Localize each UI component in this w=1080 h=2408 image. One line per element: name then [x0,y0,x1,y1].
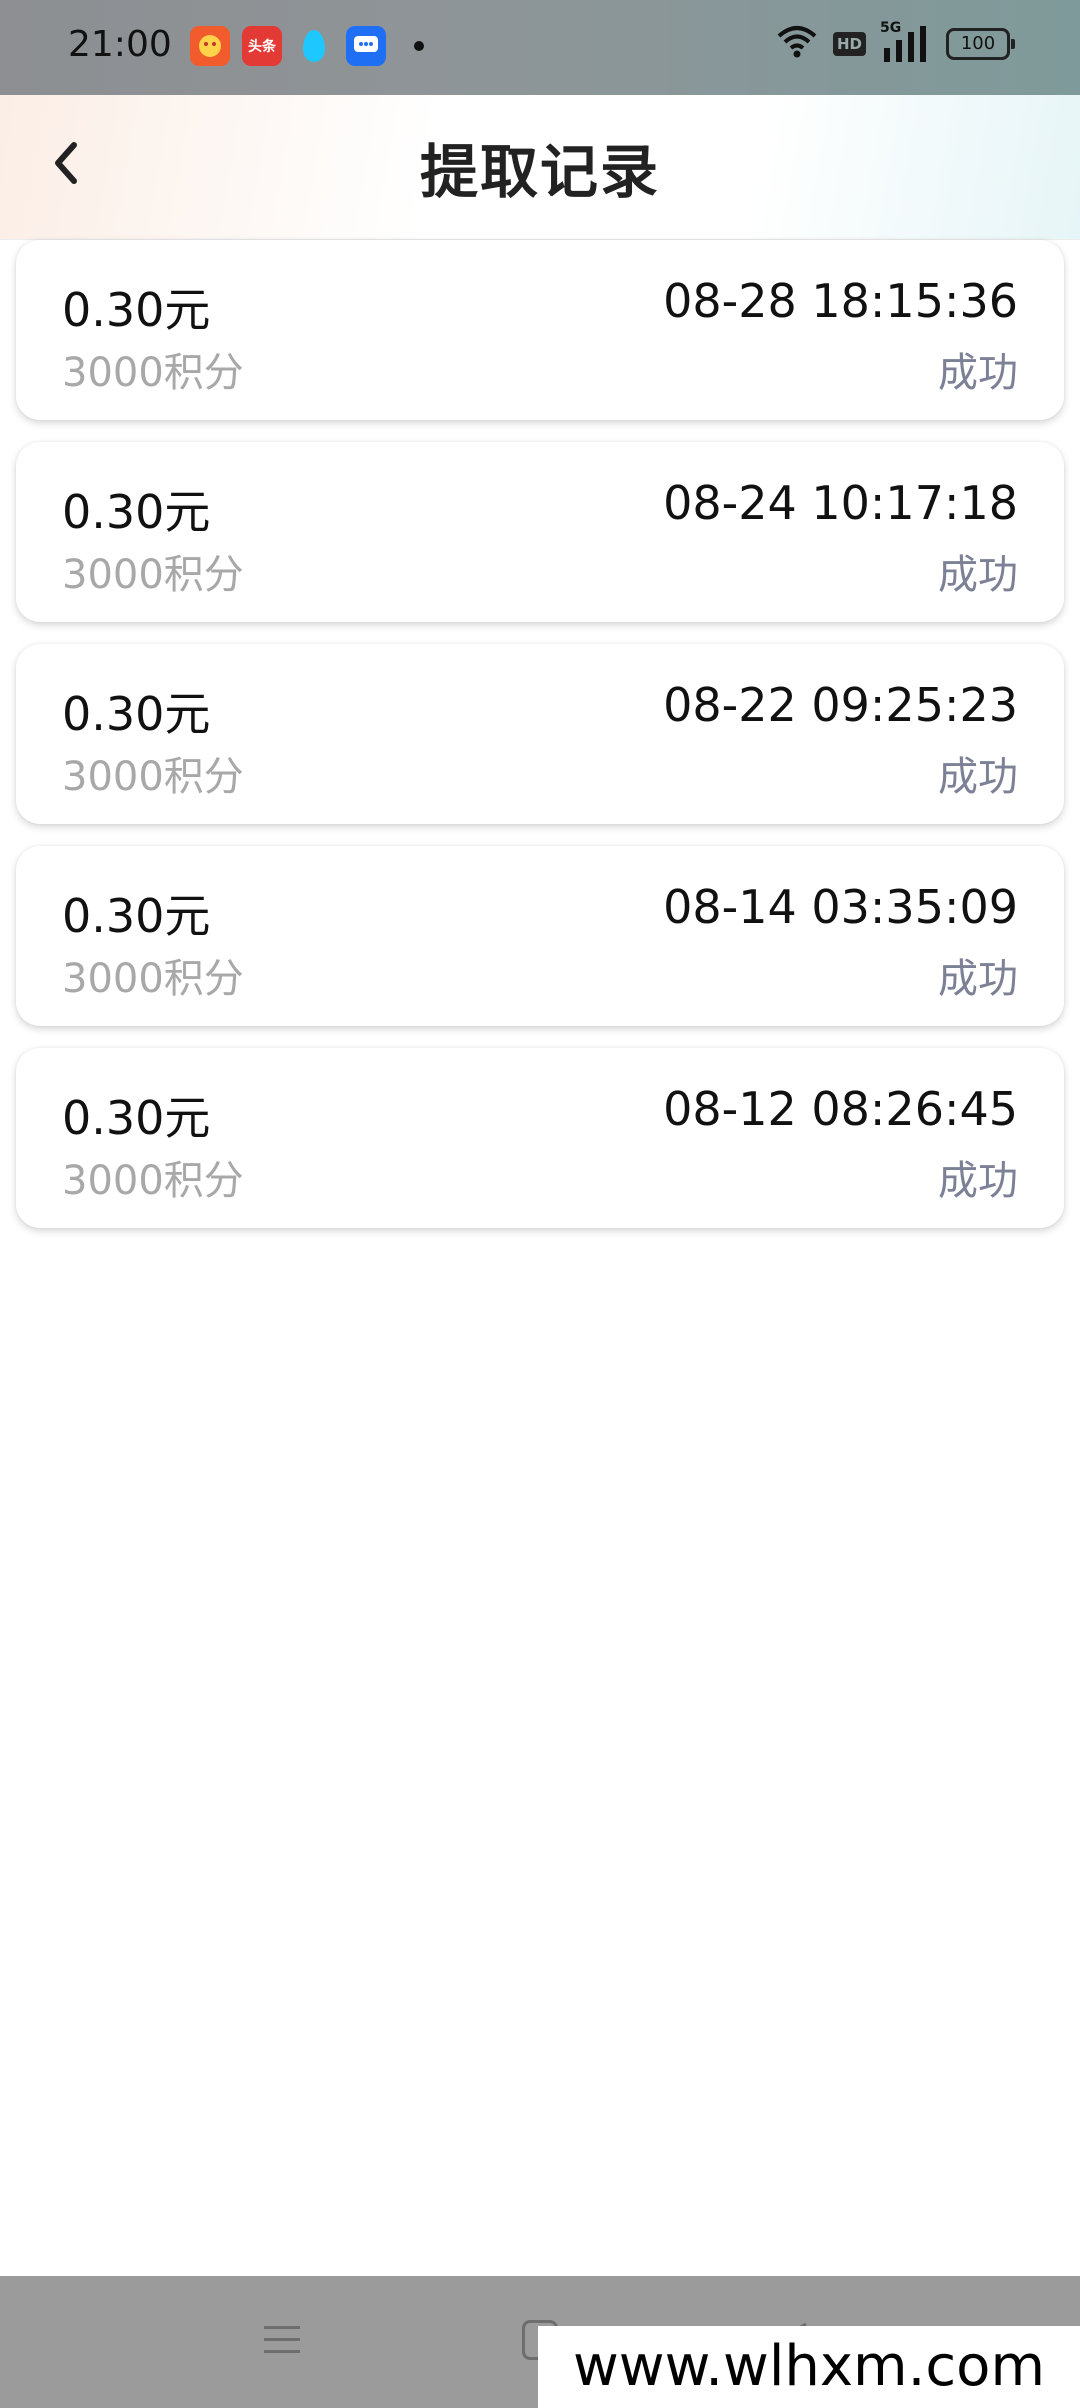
record-list: 0.30元 3000积分 08-28 18:15:36 成功 0.30元 300… [16,240,1064,1250]
record-amount: 0.30元 [62,485,211,539]
record-points: 3000积分 [62,1158,244,1204]
menu-icon [264,2326,300,2353]
record-status: 成功 [938,956,1018,1002]
record-amount: 0.30元 [62,283,211,337]
record-card[interactable]: 0.30元 3000积分 08-12 08:26:45 成功 [16,1048,1064,1228]
record-datetime: 08-22 09:25:23 [663,678,1018,732]
record-points: 3000积分 [62,754,244,800]
system-icons: HD 5G 100 [775,20,1015,64]
watermark: www.wlhxm.com [538,2326,1080,2408]
record-card[interactable]: 0.30元 3000积分 08-24 10:17:18 成功 [16,442,1064,622]
more-notifications-dot [414,41,424,51]
notification-icons: 头条 [190,26,424,66]
app-notification-icon [190,26,230,66]
record-points: 3000积分 [62,956,244,1002]
toutiao-label: 头条 [248,39,276,55]
record-card[interactable]: 0.30元 3000积分 08-14 03:35:09 成功 [16,846,1064,1026]
water-drop-icon [294,26,334,66]
record-datetime: 08-12 08:26:45 [663,1082,1018,1136]
record-datetime: 08-14 03:35:09 [663,880,1018,934]
record-datetime: 08-28 18:15:36 [663,274,1018,328]
recent-apps-button[interactable] [262,2320,302,2360]
record-amount: 0.30元 [62,1091,211,1145]
signal-icon: 5G [880,20,932,64]
record-points: 3000积分 [62,552,244,598]
message-icon [346,26,386,66]
status-time: 21:00 [68,24,172,65]
wifi-icon [775,24,819,64]
toutiao-icon: 头条 [242,26,282,66]
record-amount: 0.30元 [62,889,211,943]
status-bar: 21:00 头条 HD 5G 100 [0,0,1080,95]
record-points: 3000积分 [62,350,244,396]
record-status: 成功 [938,350,1018,396]
record-datetime: 08-24 10:17:18 [663,476,1018,530]
battery-indicator: 100 [946,28,1015,60]
record-card[interactable]: 0.30元 3000积分 08-22 09:25:23 成功 [16,644,1064,824]
record-status: 成功 [938,552,1018,598]
record-status: 成功 [938,754,1018,800]
hd-badge: HD [832,32,866,56]
app-header: 提取记录 [0,95,1080,240]
record-amount: 0.30元 [62,687,211,741]
record-status: 成功 [938,1158,1018,1204]
page-title: 提取记录 [419,138,660,206]
withdrawal-records-page: 21:00 头条 HD 5G 100 提取记录 0.30元 3000积分 08-… [0,0,1080,2408]
record-card[interactable]: 0.30元 3000积分 08-28 18:15:36 成功 [16,240,1064,420]
